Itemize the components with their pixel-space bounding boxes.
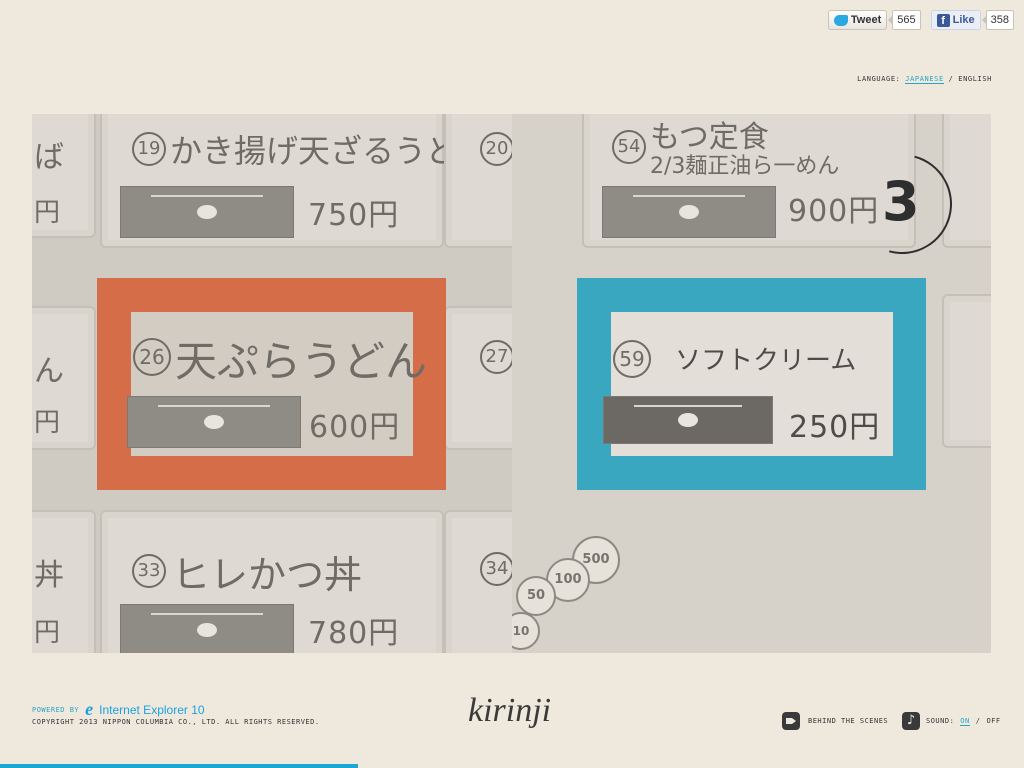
tile-edge-left-mid-yen: 円 [34, 408, 61, 438]
tile-edge-left-mid-text: ん [34, 354, 64, 389]
tweet-label: Tweet [850, 14, 882, 26]
tile-54-number: 54 [612, 130, 646, 164]
copyright: COPYRIGHT 2013 NIPPON COLUMBIA CO., LTD.… [32, 718, 320, 726]
internet-explorer-icon: e [85, 699, 94, 719]
tile-54-name2: 2/3麺正油ら一めん [650, 154, 840, 179]
tile-19-number: 19 [132, 132, 166, 166]
tile-34-number: 34 [480, 552, 512, 586]
coin-50: 50 [516, 576, 556, 616]
like-button-main[interactable]: f Like [930, 10, 981, 30]
language-label: LANGUAGE: [857, 75, 901, 83]
step-number: 3 [882, 170, 920, 233]
tweet-button[interactable]: Tweet 565 [827, 10, 921, 30]
sound-toggle: ♪ SOUND: ON / OFF [902, 712, 1001, 730]
sound-on-button[interactable]: ON [960, 717, 970, 726]
sound-separator: / [975, 717, 981, 725]
tile-59-number: 59 [613, 340, 651, 378]
tile-edge-left-bot-yen: 円 [34, 618, 61, 648]
tile-27 [444, 306, 512, 450]
like-button[interactable]: f Like 358 [930, 10, 1014, 30]
video-camera-icon [782, 712, 800, 730]
highlight-tile-26[interactable]: 26 天ぷらうどん 600円 [97, 278, 446, 490]
tweet-count[interactable]: 565 [888, 10, 921, 30]
tile-59-price: 250円 [789, 410, 881, 445]
vending-machine-stage[interactable]: ば 円 19 かき揚げ天ざるうどん 750円 20 ト ん 円 27 卍 丼 円… [32, 114, 991, 653]
internet-explorer-label[interactable]: Internet Explorer 10 [99, 703, 204, 717]
tile-26-name: 天ぷらうどん [175, 337, 428, 386]
tile-19-price: 750円 [308, 198, 400, 233]
highlight-tile-59[interactable]: 59 ソフトクリーム 250円 [577, 278, 926, 490]
tile-edge-right-mid [942, 294, 991, 448]
language-japanese-link[interactable]: JAPANESE [905, 75, 944, 84]
tile-19-slot [120, 186, 294, 238]
kirinji-logo[interactable]: kirinji [468, 692, 551, 730]
behind-the-scenes-label: BEHIND THE SCENES [808, 717, 889, 725]
tile-19-name: かき揚げ天ざるうどん [170, 132, 491, 170]
sound-label: SOUND: [926, 717, 955, 725]
tile-26-slot [127, 396, 301, 448]
tile-54-slot [602, 186, 776, 238]
tile-edge-left-top-yen: 円 [34, 198, 61, 228]
behind-the-scenes-link[interactable]: BEHIND THE SCENES [782, 712, 888, 730]
tile-27-number: 27 [480, 340, 512, 374]
music-note-icon: ♪ [902, 712, 920, 730]
coin-10: 10 [512, 612, 540, 650]
tile-26-number: 26 [133, 338, 171, 376]
tile-33-price: 780円 [308, 616, 400, 651]
tile-33-number: 33 [132, 554, 166, 588]
tile-33-slot [120, 604, 294, 653]
sound-off-button[interactable]: OFF [986, 717, 1000, 725]
tile-59-slot [603, 396, 773, 444]
like-label: Like [952, 14, 975, 26]
tweet-button-main[interactable]: Tweet [827, 10, 888, 30]
twitter-bird-icon [833, 14, 848, 26]
facebook-icon: f [936, 13, 950, 27]
language-separator: / [948, 75, 954, 83]
powered-by-label: POWERED BY [32, 705, 80, 714]
tile-59-name: ソフトクリーム [675, 346, 857, 376]
social-bar: Tweet 565 f Like 358 [827, 10, 1014, 30]
tile-edge-left-top-text: ば [34, 140, 64, 175]
tile-33-name: ヒレかつ丼 [172, 553, 363, 597]
tile-26-price: 600円 [309, 410, 401, 445]
language-switcher: LANGUAGE: JAPANESE / ENGLISH [857, 75, 992, 84]
tile-edge-right-top [942, 114, 991, 248]
progress-bar [0, 764, 359, 768]
powered-by[interactable]: POWERED BY e Internet Explorer 10 [32, 699, 205, 720]
like-count[interactable]: 358 [981, 10, 1014, 30]
tile-edge-left-bot-text: 丼 [34, 558, 64, 593]
language-english-link[interactable]: ENGLISH [958, 75, 992, 83]
